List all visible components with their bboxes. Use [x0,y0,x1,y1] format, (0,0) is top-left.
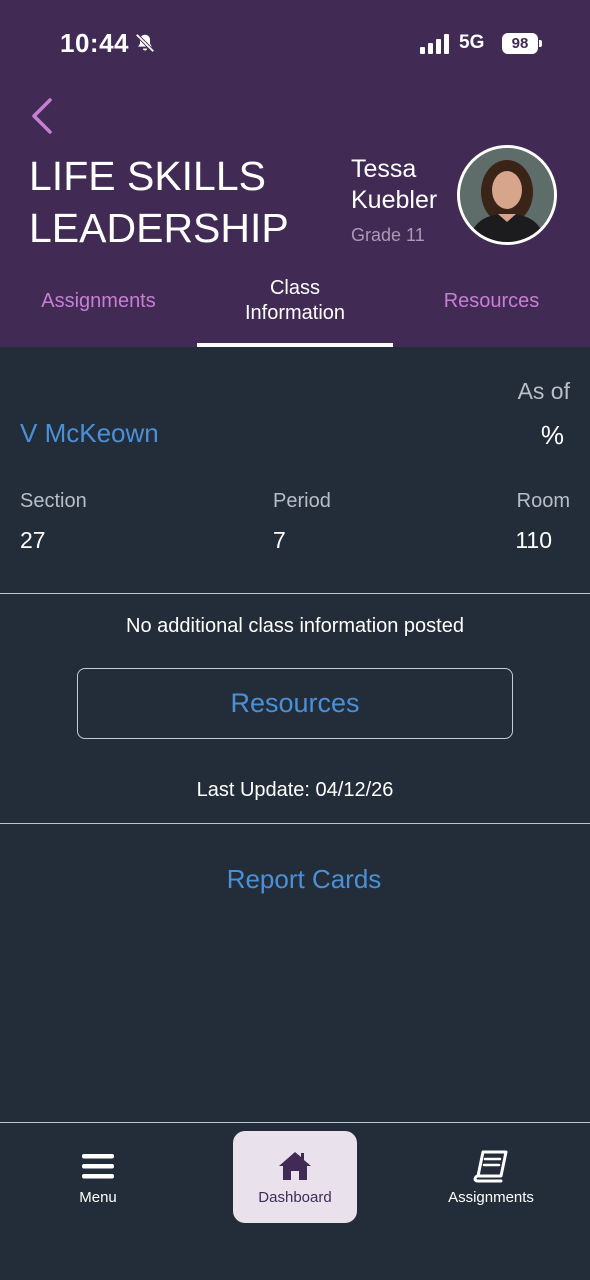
tab-class-information-label: Class Information [244,276,346,324]
tab-class-information[interactable]: Class Information [197,270,393,347]
tab-bar: Assignments Class Information Resources [0,270,590,347]
divider [0,593,590,594]
bottom-nav: Menu Dashboard Assignments [0,1122,590,1280]
avatar[interactable] [457,145,557,245]
student-name: Tessa Kuebler [351,154,461,216]
home-icon [279,1151,311,1180]
last-update: Last Update: 04/12/26 [196,779,394,801]
class-header: 10:44 5G 98 LIFE SKILLS LEADERSHIP Tessa… [0,0,590,347]
status-bar: 10:44 5G 98 [0,0,590,88]
period-value: 7 [273,527,286,553]
tab-assignments[interactable]: Assignments [0,270,197,347]
divider [0,823,590,824]
class-title: LIFE SKILLS LEADERSHIP [29,150,329,254]
battery-icon: 98 [502,33,538,54]
room-label: Room [516,490,570,512]
tab-resources[interactable]: Resources [393,270,590,347]
no-info-message: No additional class information posted [126,615,464,637]
active-tab-indicator [197,343,393,347]
room-value: 110 [515,527,552,553]
grade-percent: % [540,420,564,450]
status-time: 10:44 [60,28,129,58]
nav-dashboard-label: Dashboard [258,1188,332,1206]
nav-assignments[interactable]: Assignments [429,1131,553,1223]
nav-menu-label: Menu [79,1188,117,1206]
period-label: Period [273,490,331,512]
student-grade: Grade 11 [351,225,425,245]
class-title-line2: LEADERSHIP [29,205,289,251]
report-cards-link[interactable]: Report Cards [0,864,590,895]
book-icon [473,1150,508,1182]
nav-menu[interactable]: Menu [36,1131,160,1223]
network-type: 5G [459,32,485,53]
student-first-name: Tessa [351,155,417,183]
muted-bell-icon [135,33,155,53]
section-value: 27 [20,527,46,553]
teacher-link[interactable]: V McKeown [20,418,159,449]
hamburger-icon [82,1153,114,1178]
back-chevron-icon[interactable] [26,96,60,136]
class-title-line1: LIFE SKILLS [29,153,267,199]
as-of-label: As of [517,378,570,404]
student-last-name: Kuebler [351,186,438,214]
nav-assignments-label: Assignments [448,1188,534,1206]
nav-dashboard[interactable]: Dashboard [233,1131,357,1223]
resources-button[interactable]: Resources [77,668,513,739]
battery-tip [539,40,542,47]
cell-signal-icon [420,34,449,54]
section-label: Section [20,490,87,512]
student-photo [460,148,554,242]
